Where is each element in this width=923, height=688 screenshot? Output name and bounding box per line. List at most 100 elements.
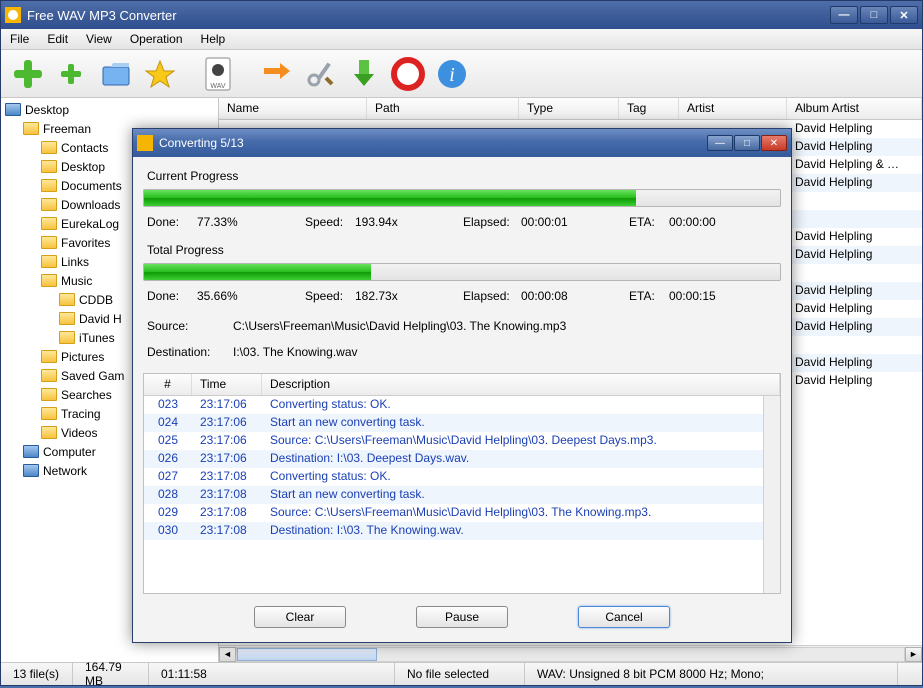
dialog-icon (137, 135, 153, 151)
col-type[interactable]: Type (519, 98, 619, 119)
cur-eta: 00:00:00 (669, 215, 739, 229)
pause-button[interactable]: Pause (416, 606, 508, 628)
tree-item[interactable]: David H (79, 312, 122, 326)
col-name[interactable]: Name (219, 98, 367, 119)
tree-item[interactable]: Tracing (61, 407, 101, 421)
cur-done: 77.33% (197, 215, 267, 229)
log-col-time[interactable]: Time (192, 374, 262, 395)
log-row[interactable]: 03023:17:08Destination: I:\03. The Knowi… (144, 522, 763, 540)
add-large-icon[interactable] (7, 53, 49, 95)
tot-elapsed: 00:00:08 (521, 289, 591, 303)
log-vscrollbar[interactable] (763, 396, 780, 593)
folder-icon[interactable] (95, 53, 137, 95)
scroll-track[interactable] (236, 647, 905, 662)
tree-item[interactable]: Saved Gam (61, 369, 124, 383)
dialog-maximize-button[interactable]: □ (734, 135, 760, 151)
tot-eta-lbl: ETA: (629, 289, 669, 303)
dialog-titlebar: Converting 5/13 — □ ✕ (133, 129, 791, 157)
wav-file-icon[interactable]: WAV (197, 53, 239, 95)
maximize-button[interactable]: □ (860, 6, 888, 24)
log-row[interactable]: 02723:17:08Converting status: OK. (144, 468, 763, 486)
clear-button[interactable]: Clear (254, 606, 346, 628)
tree-item[interactable]: Desktop (61, 160, 105, 174)
tree-item[interactable]: Pictures (61, 350, 104, 364)
tree-item[interactable]: Favorites (61, 236, 110, 250)
menu-help[interactable]: Help (192, 29, 235, 49)
cancel-button[interactable]: Cancel (578, 606, 670, 628)
tree-item[interactable]: Downloads (61, 198, 120, 212)
log-row[interactable]: 02623:17:06Destination: I:\03. Deepest D… (144, 450, 763, 468)
tree-user[interactable]: Freeman (43, 122, 91, 136)
toolbar: WAV i (1, 50, 922, 98)
tree-network[interactable]: Network (43, 464, 87, 478)
log-header: # Time Description (144, 374, 780, 396)
current-progress-bar (143, 189, 781, 207)
total-progress-bar (143, 263, 781, 281)
log-row[interactable]: 02323:17:06Converting status: OK. (144, 396, 763, 414)
app-icon (5, 7, 21, 23)
tot-speed: 182.73x (355, 289, 425, 303)
tot-done: 35.66% (197, 289, 267, 303)
tree-item[interactable]: Links (61, 255, 89, 269)
dialog-minimize-button[interactable]: — (707, 135, 733, 151)
titlebar: Free WAV MP3 Converter — □ ✕ (1, 1, 922, 29)
log-row[interactable]: 02423:17:06Start an new converting task. (144, 414, 763, 432)
col-artist[interactable]: Artist (679, 98, 787, 119)
tree-item[interactable]: iTunes (79, 331, 115, 345)
tree-computer[interactable]: Computer (43, 445, 96, 459)
tree-desktop[interactable]: Desktop (25, 103, 69, 117)
dialog-title: Converting 5/13 (159, 136, 244, 150)
conversion-log: # Time Description 02323:17:06Converting… (143, 373, 781, 594)
log-row[interactable]: 02923:17:08Source: C:\Users\Freeman\Musi… (144, 504, 763, 522)
tree-item[interactable]: EurekaLog (61, 217, 119, 231)
hscrollbar[interactable]: ◄ ► (219, 645, 922, 662)
source-path: C:\Users\Freeman\Music\David Helpling\03… (233, 319, 566, 333)
tree-item[interactable]: Music (61, 274, 92, 288)
log-body[interactable]: 02323:17:06Converting status: OK.02423:1… (144, 396, 763, 593)
close-button[interactable]: ✕ (890, 6, 918, 24)
tree-item[interactable]: Searches (61, 388, 112, 402)
scroll-right-icon[interactable]: ► (905, 647, 922, 662)
total-progress-label: Total Progress (147, 243, 781, 257)
status-selection: No file selected (407, 667, 489, 681)
scroll-thumb[interactable] (237, 648, 377, 661)
tree-item[interactable]: Videos (61, 426, 97, 440)
dialog-close-button[interactable]: ✕ (761, 135, 787, 151)
cur-speed: 193.94x (355, 215, 425, 229)
col-tag[interactable]: Tag (619, 98, 679, 119)
current-progress-label: Current Progress (147, 169, 781, 183)
scroll-left-icon[interactable]: ◄ (219, 647, 236, 662)
minimize-button[interactable]: — (830, 6, 858, 24)
tot-eta: 00:00:15 (669, 289, 739, 303)
cur-speed-lbl: Speed: (305, 215, 355, 229)
col-albumartist[interactable]: Album Artist (787, 98, 922, 119)
log-row[interactable]: 02523:17:06Source: C:\Users\Freeman\Musi… (144, 432, 763, 450)
favorite-icon[interactable] (139, 53, 181, 95)
cur-elapsed: 00:00:01 (521, 215, 591, 229)
col-path[interactable]: Path (367, 98, 519, 119)
dialog-buttons: Clear Pause Cancel (143, 594, 781, 632)
info-icon[interactable]: i (431, 53, 473, 95)
menu-view[interactable]: View (77, 29, 121, 49)
menu-edit[interactable]: Edit (38, 29, 77, 49)
add-small-icon[interactable] (51, 53, 93, 95)
status-size: 164.79 MB (85, 660, 136, 688)
source-label: Source: (147, 319, 233, 333)
separator (183, 53, 195, 95)
tree-item[interactable]: Contacts (61, 141, 108, 155)
log-col-num[interactable]: # (144, 374, 192, 395)
status-format: WAV: Unsigned 8 bit PCM 8000 Hz; Mono; (537, 667, 764, 681)
menu-file[interactable]: File (1, 29, 38, 49)
tree-item[interactable]: Documents (61, 179, 122, 193)
menu-operation[interactable]: Operation (121, 29, 192, 49)
settings-icon[interactable] (299, 53, 341, 95)
menubar: File Edit View Operation Help (1, 29, 922, 50)
tree-item[interactable]: CDDB (79, 293, 113, 307)
log-col-desc[interactable]: Description (262, 374, 780, 395)
help-lifesaver-icon[interactable] (387, 53, 429, 95)
download-icon[interactable] (343, 53, 385, 95)
log-row[interactable]: 02823:17:08Start an new converting task. (144, 486, 763, 504)
cur-eta-lbl: ETA: (629, 215, 669, 229)
tot-elapsed-lbl: Elapsed: (463, 289, 521, 303)
convert-icon[interactable] (255, 53, 297, 95)
